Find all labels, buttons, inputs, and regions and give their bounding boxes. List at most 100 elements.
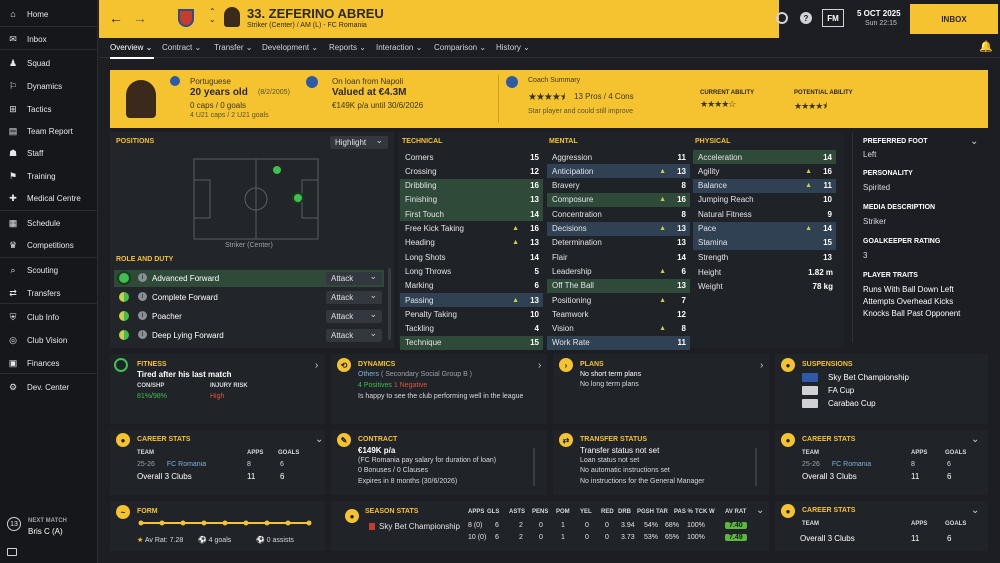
contract-scrollbar[interactable] <box>533 448 535 486</box>
dynamics-arrow-icon[interactable]: › <box>538 360 541 371</box>
tab-comparison[interactable]: Comparison ⌄ <box>434 43 486 52</box>
suspensions-title[interactable]: SUSPENSIONS <box>802 361 853 368</box>
duty-dropdown[interactable]: Attack <box>326 271 382 285</box>
career-bottom-title[interactable]: CAREER STATS <box>802 507 855 514</box>
fitness-title[interactable]: FITNESS <box>137 361 167 368</box>
tab-development[interactable]: Development ⌄ <box>262 43 318 52</box>
attr-flair[interactable]: Flair 14 <box>547 250 690 264</box>
next-match-value[interactable]: Bris C (A) <box>28 527 63 536</box>
attr-off-the-ball[interactable]: Off The Ball 13 <box>547 278 690 293</box>
season-col-header[interactable]: PGSH <box>637 509 654 515</box>
positions-title[interactable]: POSITIONS <box>116 138 154 145</box>
attr-jumping-reach[interactable]: Jumping Reach 10 <box>693 193 836 207</box>
season-col-header[interactable]: PAS % <box>674 509 693 515</box>
role-row[interactable]: i Advanced Forward Attack <box>114 270 384 287</box>
negatives[interactable]: 1 Negative <box>394 382 427 389</box>
attr-teamwork[interactable]: Teamwork 12 <box>547 307 690 321</box>
date-text[interactable]: 5 OCT 2025 <box>857 9 901 18</box>
inbox-button[interactable]: INBOX <box>910 4 998 34</box>
bell-icon[interactable]: 🔔 <box>979 40 993 53</box>
attr-long-shots[interactable]: Long Shots 14 <box>400 250 543 264</box>
help-icon[interactable]: ? <box>800 12 812 24</box>
attr-acceleration[interactable]: Acceleration 14 <box>693 150 836 164</box>
transfer-status-title[interactable]: TRANSFER STATUS <box>580 436 647 443</box>
attr-technique[interactable]: Technique 15 <box>400 335 543 350</box>
plans-title[interactable]: PLANS <box>580 361 604 368</box>
sidebar-item-home[interactable]: ⌂ Home <box>0 4 98 24</box>
attr-pace[interactable]: Pace ▲ 14 <box>693 221 836 236</box>
attr-positioning[interactable]: Positioning ▲ 7 <box>547 293 690 307</box>
sidebar-item-club-vision[interactable]: ◎ Club Vision <box>0 330 98 350</box>
attr-work-rate[interactable]: Work Rate 11 <box>547 335 690 350</box>
player-trait[interactable]: Knocks Ball Past Opponent <box>863 309 960 318</box>
attr-composure[interactable]: Composure ▲ 16 <box>547 192 690 207</box>
career-left-expand-icon[interactable]: ⌄ <box>315 434 323 445</box>
attr-free-kick-taking[interactable]: Free Kick Taking ▲ 16 <box>400 222 543 236</box>
career-left-club-row[interactable]: 25-26 FC Romania 8 6 <box>137 461 307 469</box>
tab-transfer[interactable]: Transfer ⌄ <box>214 43 252 52</box>
fm-button[interactable]: FM <box>822 9 844 27</box>
attr-concentration[interactable]: Concentration 8 <box>547 207 690 221</box>
sidebar-item-staff[interactable]: ☗ Staff <box>0 143 98 163</box>
career-right-expand-icon[interactable]: ⌄ <box>971 434 979 445</box>
attr-first-touch[interactable]: First Touch 14 <box>400 207 543 222</box>
pros-cons[interactable]: 13 Pros / 4 Cons <box>574 92 634 101</box>
attr-dribbling[interactable]: Dribbling 16 <box>400 178 543 193</box>
suspension-row[interactable]: Sky Bet Championship <box>802 373 982 385</box>
season-col-header[interactable]: RED <box>601 509 614 515</box>
sidebar-item-dev-center[interactable]: ⚙ Dev. Center <box>0 377 98 397</box>
info-icon[interactable]: i <box>138 311 147 320</box>
form-title[interactable]: FORM <box>137 508 158 515</box>
season-col-header[interactable]: ASTS <box>509 509 525 515</box>
loan-from[interactable]: On loan from Napoli <box>332 77 403 86</box>
attr-aggression[interactable]: Aggression 11 <box>547 150 690 164</box>
sidebar-item-finances[interactable]: ▣ Finances <box>0 353 98 373</box>
season-col-header[interactable]: DRB <box>618 509 631 515</box>
season-stats-title[interactable]: SEASON STATS <box>365 508 418 515</box>
sidebar-item-transfers[interactable]: ⇄ Transfers <box>0 283 98 303</box>
tab-contract[interactable]: Contract ⌄ <box>162 43 201 52</box>
duty-dropdown[interactable]: Attack <box>326 309 382 323</box>
attr-natural-fitness[interactable]: Natural Fitness 9 <box>693 207 836 221</box>
club-name[interactable]: FC Romania <box>832 461 871 468</box>
back-arrow-icon[interactable]: ← <box>109 10 123 26</box>
role-row[interactable]: i Complete Forward Attack <box>114 289 384 306</box>
attr-stamina[interactable]: Stamina 15 <box>693 235 836 250</box>
attr-leadership[interactable]: Leadership ▲ 6 <box>547 264 690 278</box>
attr-bravery[interactable]: Bravery 8 <box>547 179 690 193</box>
tab-interaction[interactable]: Interaction ⌄ <box>376 43 422 52</box>
tab-history[interactable]: History ⌄ <box>496 43 530 52</box>
info-icon[interactable]: i <box>138 273 147 282</box>
screen-icon[interactable] <box>7 548 17 556</box>
sidebar-item-scouting[interactable]: ⌕ Scouting <box>0 260 98 280</box>
social-icon[interactable] <box>776 12 788 24</box>
transfer-status-scrollbar[interactable] <box>755 448 757 486</box>
sidebar-item-team-report[interactable]: ▤ Team Report <box>0 121 98 141</box>
plans-arrow-icon[interactable]: › <box>760 360 763 371</box>
season-col-header[interactable]: YEL <box>580 509 592 515</box>
career-right-title[interactable]: CAREER STATS <box>802 436 855 443</box>
sidebar-item-dynamics[interactable]: ⚐ Dynamics <box>0 76 98 96</box>
player-trait[interactable]: Runs With Ball Down Left <box>863 285 954 294</box>
suspension-row[interactable]: FA Cup <box>802 386 982 398</box>
attr-tackling[interactable]: Tackling 4 <box>400 322 543 336</box>
attr-agility[interactable]: Agility ▲ 16 <box>693 164 836 178</box>
attr-balance[interactable]: Balance ▲ 11 <box>693 178 836 193</box>
attr-anticipation[interactable]: Anticipation ▲ 13 <box>547 164 690 179</box>
club-name[interactable]: FC Romania <box>167 461 206 468</box>
career-bottom-expand-icon[interactable]: ⌄ <box>971 505 979 516</box>
role-row[interactable]: i Deep Lying Forward Attack <box>114 327 384 344</box>
attr-penalty-taking[interactable]: Penalty Taking 10 <box>400 307 543 321</box>
info-icon[interactable]: i <box>138 292 147 301</box>
season-col-header[interactable]: TAR <box>656 509 668 515</box>
player-switch-icon[interactable]: ⌃ ⌄ <box>209 8 216 24</box>
sidebar-item-tactics[interactable]: ⊞ Tactics <box>0 99 98 119</box>
info-icon[interactable]: i <box>138 330 147 339</box>
sidebar-item-competitions[interactable]: ♛ Competitions <box>0 235 98 255</box>
attr-decisions[interactable]: Decisions ▲ 13 <box>547 221 690 236</box>
dynamics-title[interactable]: DYNAMICS <box>358 361 395 368</box>
season-competition[interactable]: Sky Bet Championship <box>379 522 460 531</box>
forward-arrow-icon[interactable]: → <box>133 10 147 26</box>
attr-passing[interactable]: Passing ▲ 13 <box>400 293 543 307</box>
season-col-header[interactable]: TCK W <box>695 509 715 515</box>
